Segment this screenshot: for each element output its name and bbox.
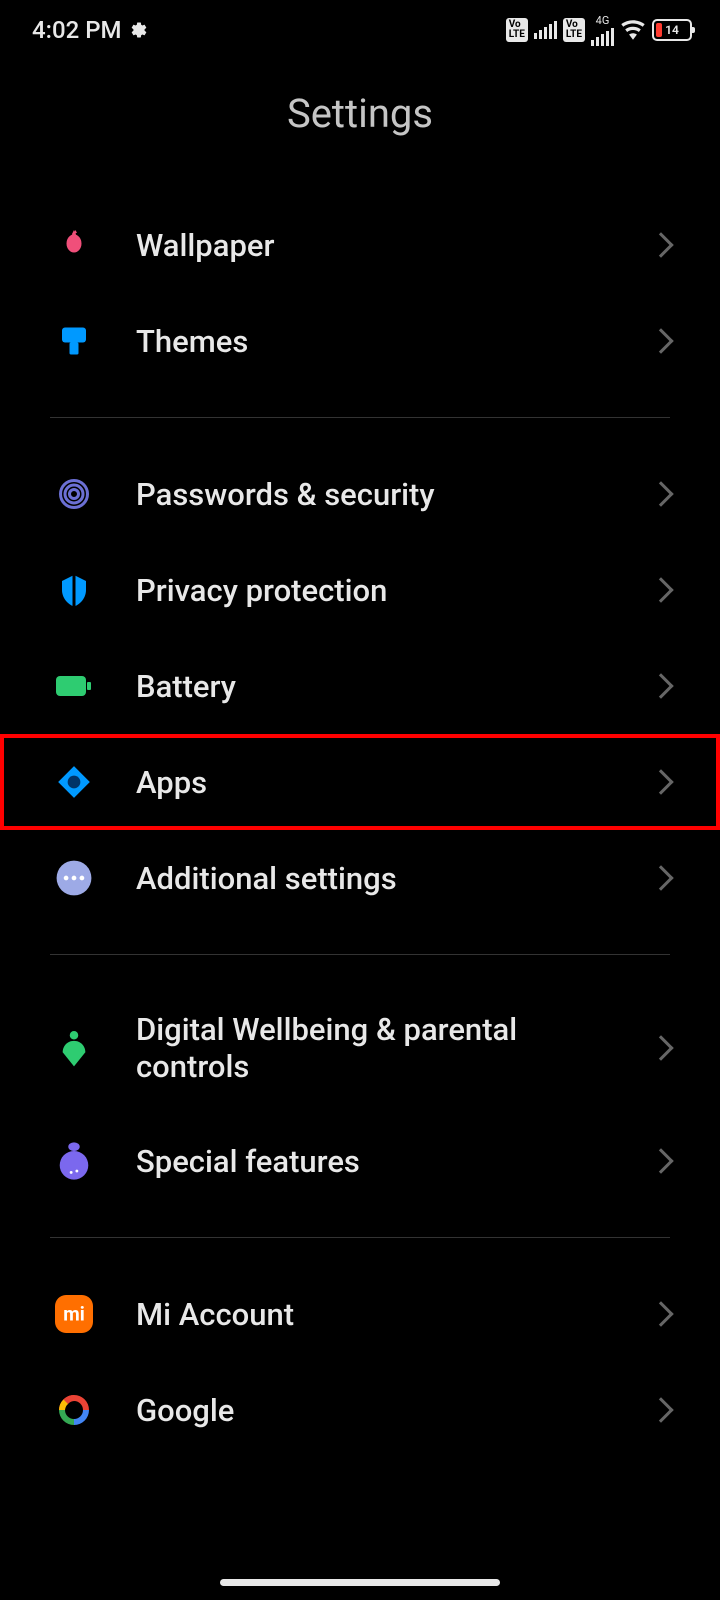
google-icon xyxy=(54,1390,94,1430)
special-icon xyxy=(54,1141,94,1181)
apps-icon xyxy=(54,762,94,802)
svg-text:mi: mi xyxy=(63,1302,85,1325)
page-title: Settings xyxy=(0,90,720,137)
home-indicator[interactable] xyxy=(220,1579,500,1586)
volte-badge-1: VoLTE xyxy=(506,18,528,42)
settings-item-themes[interactable]: Themes xyxy=(0,293,720,389)
item-label: Themes xyxy=(136,323,610,360)
chevron-right-icon xyxy=(648,577,673,602)
item-label: Battery xyxy=(136,668,610,705)
chevron-right-icon xyxy=(648,1301,673,1326)
status-right: VoLTE VoLTE 4G 14 xyxy=(506,15,692,46)
chevron-right-icon xyxy=(648,1148,673,1173)
status-left: 4:02 PM xyxy=(32,16,148,44)
settings-item-battery[interactable]: Battery xyxy=(0,638,720,734)
volte-badge-2: VoLTE xyxy=(563,18,585,42)
status-time: 4:02 PM xyxy=(32,16,122,44)
wellbeing-icon xyxy=(54,1028,94,1068)
chevron-right-icon xyxy=(648,328,673,353)
chevron-right-icon xyxy=(648,769,673,794)
chevron-right-icon xyxy=(648,865,673,890)
signal-group-2: 4G xyxy=(591,15,614,46)
battery-icon: 14 xyxy=(652,19,692,41)
settings-item-apps[interactable]: Apps xyxy=(0,734,720,830)
network-label: 4G xyxy=(596,15,610,26)
shield-icon xyxy=(54,570,94,610)
more-icon xyxy=(54,858,94,898)
signal-bars-1 xyxy=(534,21,557,39)
settings-item-additional[interactable]: Additional settings xyxy=(0,830,720,926)
settings-item-wellbeing[interactable]: Digital Wellbeing & parental controls xyxy=(0,983,720,1113)
fingerprint-icon xyxy=(54,474,94,514)
chevron-right-icon xyxy=(648,232,673,257)
themes-icon xyxy=(54,321,94,361)
settings-item-google[interactable]: Google xyxy=(0,1362,720,1458)
chevron-right-icon xyxy=(648,1397,673,1422)
battery-icon xyxy=(54,666,94,706)
settings-item-special[interactable]: Special features xyxy=(0,1113,720,1209)
chevron-right-icon xyxy=(648,673,673,698)
wallpaper-icon xyxy=(54,225,94,265)
settings-item-passwords[interactable]: Passwords & security xyxy=(0,446,720,542)
wifi-icon xyxy=(620,17,646,43)
item-label: Wallpaper xyxy=(136,227,610,264)
header: Settings xyxy=(0,60,720,197)
chevron-right-icon xyxy=(648,481,673,506)
battery-level: 14 xyxy=(665,23,679,37)
settings-item-wallpaper[interactable]: Wallpaper xyxy=(0,197,720,293)
signal-bars-2 xyxy=(591,28,614,46)
item-label: Digital Wellbeing & parental controls xyxy=(136,1011,610,1085)
chevron-right-icon xyxy=(648,1035,673,1060)
item-label: Passwords & security xyxy=(136,476,610,513)
item-label: Google xyxy=(136,1392,610,1429)
item-label: Mi Account xyxy=(136,1296,610,1333)
item-label: Apps xyxy=(136,764,610,801)
divider xyxy=(50,417,670,418)
item-label: Privacy protection xyxy=(136,572,610,609)
divider xyxy=(50,954,670,955)
divider xyxy=(50,1237,670,1238)
settings-item-privacy[interactable]: Privacy protection xyxy=(0,542,720,638)
item-label: Additional settings xyxy=(136,860,610,897)
settings-item-mi-account[interactable]: mi Mi Account xyxy=(0,1266,720,1362)
item-label: Special features xyxy=(136,1143,610,1180)
mi-icon: mi xyxy=(54,1294,94,1334)
gear-icon xyxy=(130,21,148,39)
status-bar: 4:02 PM VoLTE VoLTE 4G 14 xyxy=(0,0,720,60)
settings-list: Wallpaper Themes Passwords & security xyxy=(0,197,720,1458)
